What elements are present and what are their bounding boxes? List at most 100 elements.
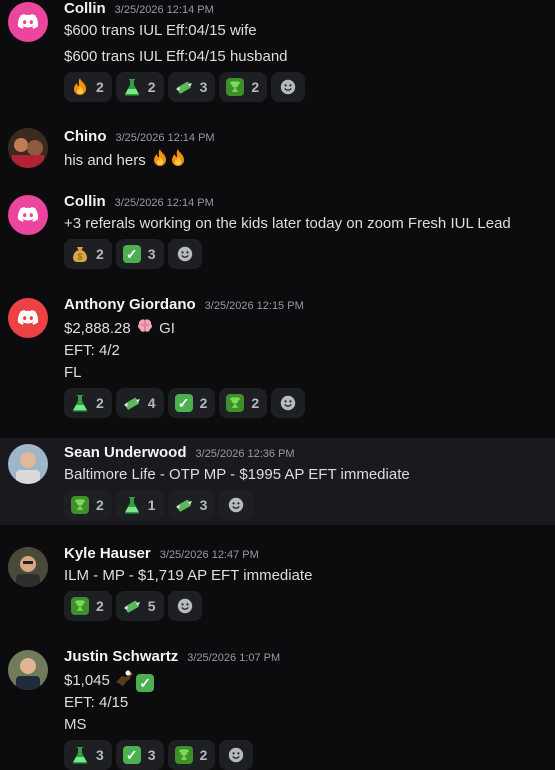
message-text: $2,888.28 (64, 320, 131, 337)
reaction-flask[interactable]: 2 (64, 388, 112, 418)
message-line: $1,045 ✓ (64, 668, 539, 692)
trophy-icon (73, 599, 87, 613)
message-line: EFT: 4/15 (64, 694, 129, 711)
add-reaction-button[interactable] (271, 72, 306, 102)
reaction-money-wings[interactable]: 3 (167, 72, 216, 102)
message-header: Justin Schwartz 3/25/2026 1:07 PM (64, 648, 539, 668)
reaction-money-wings[interactable]: 3 (167, 490, 216, 520)
reaction-count: 3 (147, 246, 156, 262)
discord-logo-icon (16, 10, 40, 34)
smile-icon (176, 245, 194, 263)
username[interactable]: Sean Underwood (64, 444, 187, 461)
reaction-money-bag[interactable]: 2 (64, 239, 112, 269)
money-wings-icon (174, 77, 194, 97)
message-line: $2,888.28 GI (64, 316, 539, 340)
money-wings-icon (174, 495, 194, 515)
timestamp: 3/25/2026 12:14 PM (114, 4, 214, 16)
message-header: Anthony Giordano 3/25/2026 12:15 PM (64, 296, 539, 316)
message: Kyle Hauser 3/25/2026 12:47 PM ILM - MP … (0, 545, 555, 625)
message-line: +3 referals working on the kids later to… (64, 215, 511, 232)
timestamp: 3/25/2026 12:14 PM (115, 132, 215, 144)
fire-icon (168, 148, 188, 168)
avatar[interactable] (8, 128, 48, 168)
username[interactable]: Justin Schwartz (64, 648, 178, 665)
add-reaction-button[interactable] (167, 239, 202, 269)
message: Justin Schwartz 3/25/2026 1:07 PM $1,045… (0, 648, 555, 770)
reaction-count: 2 (251, 395, 260, 411)
message-feed: Collin 3/25/2026 12:14 PM $600 trans IUL… (0, 0, 555, 770)
timestamp: 3/25/2026 12:14 PM (114, 197, 214, 209)
check-icon: ✓ (174, 394, 193, 412)
username[interactable]: Collin (64, 0, 106, 17)
message-line: his and hers (64, 148, 539, 172)
reaction-flask[interactable]: 2 (115, 72, 164, 102)
reaction-count: 3 (199, 497, 208, 513)
user-photo-icon (8, 547, 48, 587)
avatar[interactable] (8, 195, 48, 235)
check-icon: ✓ (122, 746, 141, 764)
add-reaction-button[interactable] (167, 591, 202, 621)
avatar[interactable] (8, 298, 48, 338)
money-wings-icon (122, 596, 142, 616)
avatar[interactable] (8, 547, 48, 587)
reaction-trophy[interactable]: 2 (219, 388, 268, 418)
avatar[interactable] (8, 2, 48, 42)
reactions: 2 ✓ 3 (64, 239, 539, 269)
username[interactable]: Collin (64, 193, 106, 210)
username[interactable]: Anthony Giordano (64, 296, 196, 313)
avatar[interactable] (8, 650, 48, 690)
reaction-count: 2 (251, 79, 260, 95)
message-header: Kyle Hauser 3/25/2026 12:47 PM (64, 545, 539, 565)
discord-logo-icon (16, 203, 40, 227)
timestamp: 3/25/2026 12:47 PM (159, 549, 259, 561)
eagle-icon (114, 668, 134, 688)
avatar[interactable] (8, 444, 48, 484)
reactions: 2 1 3 (64, 490, 539, 520)
timestamp: 3/25/2026 12:36 PM (195, 448, 295, 460)
trophy-icon (73, 498, 87, 512)
message-line: FL (64, 364, 82, 381)
message-line: Baltimore Life - OTP MP - $1995 AP EFT i… (64, 466, 410, 483)
message: Chino 3/25/2026 12:14 PM his and hers (0, 128, 555, 173)
message-line: EFT: 4/2 (64, 342, 120, 359)
reaction-count: 2 (199, 395, 208, 411)
money-wings-icon (122, 393, 142, 413)
reaction-money-wings[interactable]: 4 (115, 388, 164, 418)
reactions: 2 4 ✓ 2 2 (64, 388, 539, 418)
flask-icon (122, 495, 142, 515)
reaction-count: 2 (147, 79, 156, 95)
reaction-check[interactable]: ✓ 2 (167, 388, 216, 418)
reaction-count: 4 (147, 395, 156, 411)
add-reaction-button[interactable] (271, 388, 306, 418)
reaction-count: 5 (147, 598, 156, 614)
reaction-count: 2 (199, 747, 208, 763)
trophy-icon (228, 80, 242, 94)
flask-icon (70, 393, 90, 413)
smile-icon (227, 496, 245, 514)
message-header: Collin 3/25/2026 12:14 PM (64, 0, 539, 20)
reaction-flask[interactable]: 1 (115, 490, 164, 520)
user-photo-icon (8, 128, 48, 168)
timestamp: 3/25/2026 1:07 PM (187, 652, 281, 664)
smile-icon (227, 746, 245, 764)
reaction-count: 3 (199, 79, 208, 95)
message-header: Sean Underwood 3/25/2026 12:36 PM (64, 444, 539, 464)
reaction-count: 3 (96, 747, 104, 763)
reaction-money-wings[interactable]: 5 (115, 591, 164, 621)
reaction-count: 2 (96, 598, 104, 614)
fire-icon (150, 148, 170, 168)
reaction-count: 2 (96, 395, 104, 411)
add-reaction-button[interactable] (219, 490, 254, 520)
reaction-trophy[interactable]: 2 (64, 490, 112, 520)
money-bag-icon (70, 244, 90, 264)
reaction-trophy[interactable]: 2 (219, 72, 268, 102)
check-icon: ✓ (136, 674, 155, 692)
username[interactable]: Chino (64, 128, 107, 145)
discord-logo-icon (16, 306, 40, 330)
reaction-check[interactable]: ✓ 3 (115, 239, 164, 269)
reactions: 2 2 3 2 (64, 72, 539, 102)
smile-icon (279, 394, 297, 412)
reaction-fire[interactable]: 2 (64, 72, 112, 102)
reaction-trophy[interactable]: 2 (64, 591, 112, 621)
username[interactable]: Kyle Hauser (64, 545, 151, 562)
